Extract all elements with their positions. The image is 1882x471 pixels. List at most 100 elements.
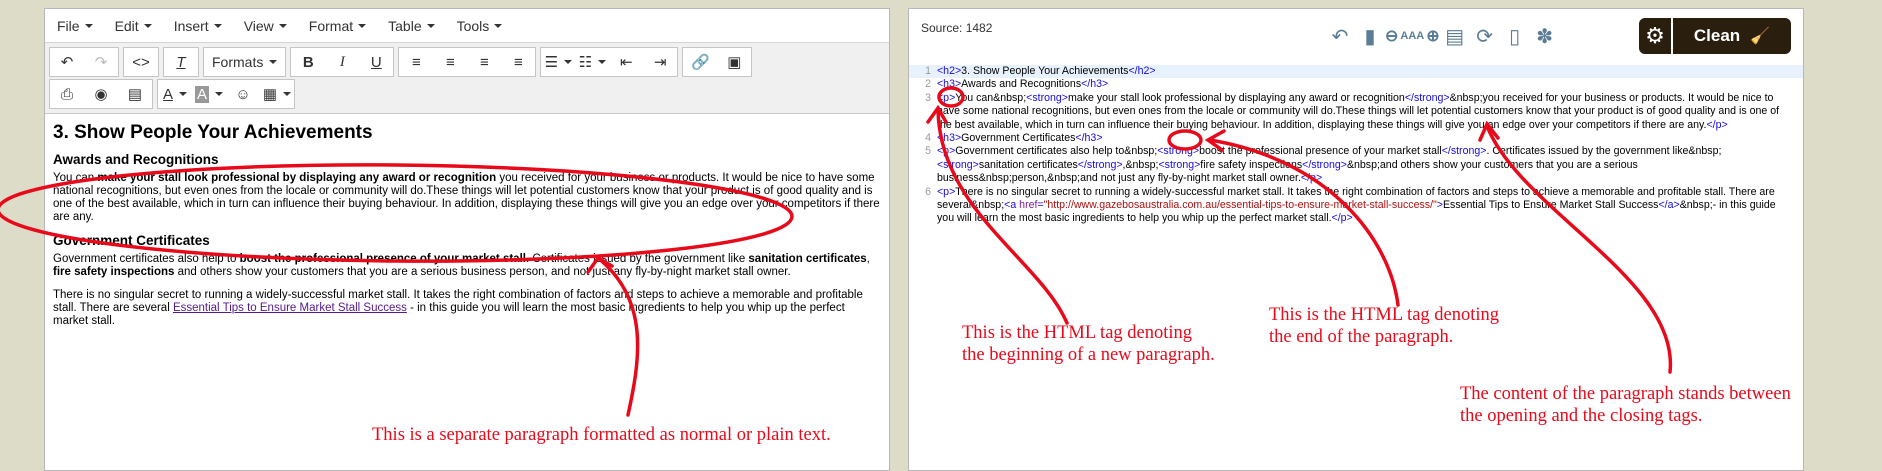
background-color-button[interactable]: A: [192, 80, 226, 108]
new-document-button[interactable]: ▮: [1355, 23, 1385, 49]
source-code-area[interactable]: 1 <h2>3. Show People Your Achievements</…: [909, 65, 1803, 226]
code-icon: <>: [132, 53, 150, 71]
line-number: 6: [925, 185, 931, 198]
indent-button[interactable]: ⇥: [643, 48, 677, 76]
menu-file[interactable]: File: [57, 18, 93, 34]
print-button[interactable]: ⎙: [50, 80, 84, 108]
editor-toolbar: ↶ ↷ <> T Formats B I U ≡ ≡ ≡ ≡ ☰ ☷ ⇤ ⇥ 🔗…: [45, 43, 889, 114]
menu-table[interactable]: Table: [388, 18, 435, 34]
annotation-line: the opening and the closing tags.: [1460, 406, 1703, 426]
menu-bar: File Edit Insert View Format Table Tools: [45, 9, 889, 43]
source-code-button[interactable]: <>: [124, 48, 158, 76]
image-button[interactable]: ▣: [717, 48, 751, 76]
menu-label: File: [57, 17, 80, 34]
clear-format-icon: T: [176, 53, 186, 71]
redo-button[interactable]: ↷: [84, 48, 118, 76]
palette-button[interactable]: ✽: [1530, 23, 1560, 49]
menu-format[interactable]: Format: [309, 18, 367, 34]
emoticons-button[interactable]: ☺: [226, 80, 260, 108]
menu-label: Edit: [114, 17, 139, 34]
align-right-button[interactable]: ≡: [467, 48, 501, 76]
caret-down-icon: [283, 92, 292, 96]
link-button[interactable]: 🔗: [683, 48, 717, 76]
menu-label: View: [243, 17, 274, 34]
palette-icon: ✽: [1536, 25, 1554, 48]
outdent-button[interactable]: ⇤: [609, 48, 643, 76]
menu-tools[interactable]: Tools: [457, 18, 503, 34]
paragraph-certificates: Government certificates also help to boo…: [53, 253, 881, 279]
undo-source-button[interactable]: ↶: [1325, 23, 1355, 49]
zoom-out-icon: ⊖: [1385, 28, 1399, 45]
bullet-list-button[interactable]: ☰: [541, 48, 575, 76]
eye-icon: ◉: [94, 86, 108, 103]
justify-icon: ≡: [513, 53, 523, 71]
caret-down-icon: [426, 23, 435, 28]
subheading-certificates: Government Certificates: [53, 233, 210, 248]
gear-icon: ⚙: [1645, 23, 1665, 48]
numbered-list-button[interactable]: ☷: [575, 48, 609, 76]
font-size-label: AAA: [1400, 30, 1425, 42]
annotation-plain-paragraph: This is a separate paragraph formatted a…: [372, 425, 831, 445]
line-number: 1: [925, 65, 931, 77]
annotation-line: the end of the paragraph.: [1269, 327, 1454, 347]
align-center-button[interactable]: ≡: [433, 48, 467, 76]
caret-down-icon: [143, 23, 152, 28]
menu-edit[interactable]: Edit: [115, 18, 152, 34]
undo-button[interactable]: ↶: [50, 48, 84, 76]
italic-button[interactable]: I: [325, 48, 359, 76]
font-size-control[interactable]: ⊖ AAA ⊕: [1385, 23, 1440, 49]
wysiwyg-editor: File Edit Insert View Format Table Tools…: [44, 8, 890, 471]
subheading-awards: Awards and Recognitions: [53, 152, 219, 167]
justify-button[interactable]: ≡: [501, 48, 535, 76]
code-line: 6 <p>There is no singular secret to runn…: [909, 186, 1803, 226]
code-text: <h3>Government Certificates</h3>: [937, 132, 1103, 145]
editor-content[interactable]: 3. Show People Your Achievements Awards …: [45, 114, 889, 344]
clear-formatting-button[interactable]: T: [164, 48, 198, 76]
bold-text: boost the professional presence of your …: [239, 253, 526, 265]
undo-icon: ↶: [1331, 25, 1349, 48]
preview-button[interactable]: ◉: [84, 80, 118, 108]
indent-icon: ⇥: [654, 54, 667, 71]
code-line: 5 <p>Government certificates also help t…: [909, 145, 1803, 185]
menu-view[interactable]: View: [244, 18, 287, 34]
code-line: 2 <h3>Awards and Recognitions</h3>: [909, 78, 1803, 91]
text-color-button[interactable]: A: [158, 80, 192, 108]
essential-tips-link[interactable]: Essential Tips to Ensure Market Stall Su…: [173, 302, 407, 314]
link-icon: 🔗: [691, 54, 710, 71]
bold-button[interactable]: B: [291, 48, 325, 76]
clean-label: Clean: [1693, 26, 1741, 45]
code-line: 1 <h2>3. Show People Your Achievements</…: [909, 65, 1803, 79]
caret-down-icon: [269, 60, 278, 64]
refresh-button[interactable]: ⟳: [1470, 23, 1500, 49]
clipboard-button[interactable]: ▯: [1500, 23, 1530, 49]
caret-down-icon: [278, 23, 287, 28]
align-center-icon: ≡: [445, 53, 455, 71]
align-left-button[interactable]: ≡: [399, 48, 433, 76]
underline-button[interactable]: U: [359, 48, 393, 76]
bold-text: sanitation certificates: [748, 253, 867, 265]
menu-insert[interactable]: Insert: [174, 18, 222, 34]
compose-icon: ▤: [1445, 25, 1465, 48]
table-icon: ▦: [262, 86, 278, 103]
code-text: <p>Government certificates also help to&…: [937, 145, 1722, 185]
text-run: Government certificates also help to: [53, 253, 240, 265]
code-text: <h3>Awards and Recognitions</h3>: [937, 78, 1109, 91]
caret-down-icon: [598, 60, 607, 64]
compose-button[interactable]: ▤: [1440, 23, 1470, 49]
text-run: and others show your customers that you …: [174, 266, 791, 278]
caret-down-icon: [215, 92, 223, 96]
caret-down-icon: [564, 60, 573, 64]
undo-icon: ↶: [60, 54, 74, 71]
annotation-line: This is the HTML tag denoting: [1269, 305, 1500, 325]
formats-dropdown[interactable]: Formats: [204, 48, 285, 76]
align-right-icon: ≡: [479, 53, 489, 71]
clean-button[interactable]: Clean 🧹: [1673, 18, 1791, 54]
annotation-line: the beginning of a new paragraph.: [962, 345, 1215, 365]
annotation-closing-tag: This is the HTML tag denoting the end of…: [1269, 304, 1499, 348]
media-button[interactable]: ▤: [118, 80, 152, 108]
broom-icon: 🧹: [1750, 28, 1771, 45]
table-button[interactable]: ▦: [260, 80, 294, 108]
annotation-line: This is the HTML tag denoting: [962, 323, 1193, 343]
text-color-icon: A: [162, 85, 173, 103]
settings-button[interactable]: ⚙: [1639, 18, 1671, 54]
